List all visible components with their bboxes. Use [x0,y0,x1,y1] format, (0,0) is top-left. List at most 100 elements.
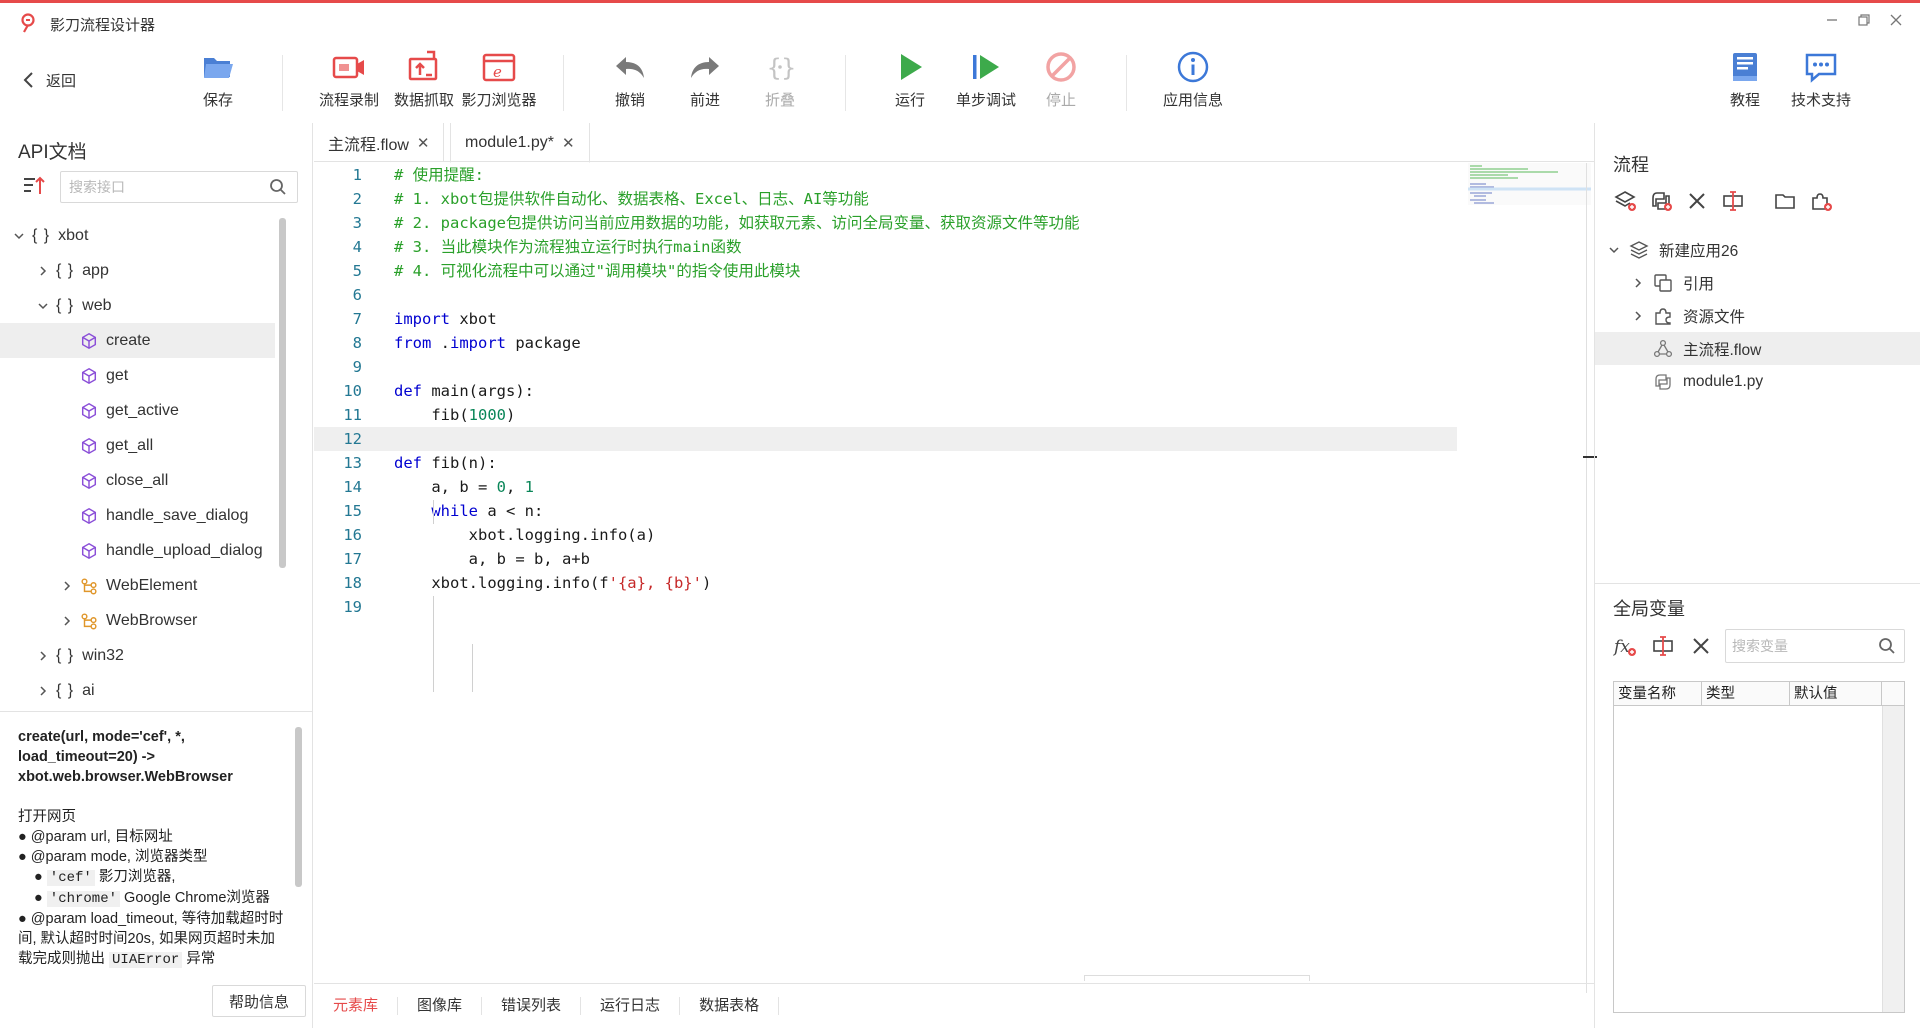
api-tree-item[interactable]: { } app [0,253,275,288]
tab-module1[interactable]: module1.py* ✕ [450,123,590,163]
record-flow-button[interactable]: 流程录制 [311,49,387,115]
close-tab-icon[interactable]: ✕ [417,134,430,152]
code-line[interactable]: 10 def main(args): [314,379,1464,403]
folder-icon[interactable] [1773,189,1797,213]
bottom-tab[interactable]: 错误列表 [482,997,582,1015]
chevron-right-icon[interactable] [60,614,74,628]
bottom-tab[interactable]: 图像库 [398,997,483,1015]
api-tree-item[interactable]: { } web [0,288,275,323]
api-tree-item[interactable]: close_all [0,463,275,498]
code-line[interactable]: 16 xbot.logging.info(a) [314,523,1464,547]
code-line[interactable]: 11 fib(1000) [314,403,1464,427]
restore-button[interactable] [1850,11,1878,35]
api-tree-item[interactable]: handle_upload_dialog [0,533,275,568]
column-header-default[interactable]: 默认值 [1790,682,1882,705]
chevron-right-icon[interactable] [1631,309,1645,323]
code-line[interactable]: 17 a, b = b, a+b [314,547,1464,571]
sort-icon[interactable] [22,175,46,197]
tab-main-flow[interactable]: 主流程.flow ✕ [314,123,445,162]
api-tree-scrollbar[interactable] [279,218,286,568]
api-tree-item[interactable]: WebBrowser [0,603,275,638]
step-debug-button[interactable]: 单步调试 [948,49,1024,115]
undo-button[interactable]: 撤销 [592,49,668,115]
minimize-button[interactable] [1818,11,1846,35]
flow-tree-item[interactable]: module1.py [1595,365,1920,398]
code-line[interactable]: 2 # 1. xbot包提供软件自动化、数据表格、Excel、日志、AI等功能 [314,187,1464,211]
code-line[interactable]: 5 # 4. 可视化流程中可以通过"调用模块"的指令使用此模块 [314,259,1464,283]
delete-variable-icon[interactable] [1689,634,1713,658]
api-tree-item[interactable]: { } xbot [0,218,275,253]
search-icon[interactable] [1878,637,1896,655]
code-minimap[interactable] [1468,163,1591,205]
run-button[interactable]: 运行 [872,49,948,115]
data-scrape-button[interactable]: 数据抓取 [386,49,462,115]
editor-area: 主流程.flow ✕ module1.py* ✕ 1 # 使用提醒: 2 # 1. x… [314,123,1597,1028]
rename-variable-icon[interactable] [1651,634,1675,658]
chevron-right-icon[interactable] [60,579,74,593]
app-info-button[interactable]: 应用信息 [1155,49,1231,115]
doc-scrollbar[interactable] [295,727,302,887]
stop-button[interactable]: 停止 [1023,49,1099,115]
close-tab-icon[interactable]: ✕ [562,134,575,152]
api-tree-item[interactable]: handle_save_dialog [0,498,275,533]
code-line[interactable]: 4 # 3. 当此模块作为流程独立运行时执行main函数 [314,235,1464,259]
redo-button[interactable]: 前进 [667,49,743,115]
flow-tree-item[interactable]: 引用 [1595,266,1920,299]
chevron-right-icon[interactable] [36,264,50,278]
code-line[interactable]: 12 [314,427,1457,451]
code-line[interactable]: 13 def fib(n): [314,451,1464,475]
code-line[interactable]: 1 # 使用提醒: [314,163,1464,187]
code-line[interactable]: 9 [314,355,1464,379]
api-search-input[interactable] [61,172,261,202]
editor-horizontal-scrollbar[interactable] [1084,975,1310,981]
chevron-right-icon[interactable] [36,684,50,698]
code-line[interactable]: 18 xbot.logging.info(f'{a}, {b}') [314,571,1464,595]
flow-tree-item[interactable]: 主流程.flow [1595,332,1920,365]
tech-support-button[interactable]: 技术支持 [1783,49,1859,115]
code-line[interactable]: 14 a, b = 0, 1 [314,475,1464,499]
back-button[interactable]: 返回 [22,65,76,95]
delete-icon[interactable] [1685,189,1709,213]
api-tree-item[interactable]: get_active [0,393,275,428]
variable-search-input[interactable] [1726,630,1871,662]
fold-button[interactable]: {} 折叠 [742,49,818,115]
search-icon[interactable] [269,178,287,196]
api-tree-item[interactable]: WebElement [0,568,275,603]
bottom-tab[interactable]: 运行日志 [581,997,681,1015]
chevron-right-icon[interactable] [1631,276,1645,290]
code-editor[interactable]: 1 # 使用提醒: 2 # 1. xbot包提供软件自动化、数据表格、Excel、日志… [314,163,1464,763]
code-line[interactable]: 3 # 2. package包提供访问当前应用数据的功能，如获取元素、访问全局变量… [314,211,1464,235]
add-layer-icon[interactable] [1613,189,1637,213]
yingdao-browser-button[interactable]: e 影刀浏览器 [461,49,537,115]
save-button[interactable]: 保存 [180,49,256,115]
code-line[interactable]: 15 while a < n: [314,499,1464,523]
code-line[interactable]: 19 [314,595,1464,619]
add-variable-icon[interactable]: fx [1613,634,1637,658]
api-tree-item[interactable]: get_all [0,428,275,463]
api-tree-item[interactable]: { } ai [0,673,275,708]
chevron-down-icon[interactable] [1607,243,1621,257]
tutorial-button[interactable]: 教程 [1707,49,1783,115]
rename-icon[interactable] [1721,189,1745,213]
add-resource-icon[interactable] [1809,189,1833,213]
chevron-down-icon[interactable] [36,299,50,313]
doc-param-url: ● @param url, 目标网址 [18,829,173,845]
variables-table-scrollbar[interactable] [1882,706,1904,1012]
api-tree-item[interactable]: get [0,358,275,393]
api-tree-item[interactable]: { } win32 [0,638,275,673]
code-line[interactable]: 8 from .import package [314,331,1464,355]
add-python-module-icon[interactable] [1649,189,1673,213]
code-line[interactable]: 7 import xbot [314,307,1464,331]
column-header-name[interactable]: 变量名称 [1614,682,1702,705]
bottom-tab[interactable]: 数据表格 [680,997,780,1015]
chevron-right-icon[interactable] [36,649,50,663]
api-tree-item[interactable]: create [0,323,275,358]
code-line[interactable]: 6 [314,283,1464,307]
help-info-button[interactable]: 帮助信息 [212,985,306,1017]
column-header-type[interactable]: 类型 [1702,682,1790,705]
chevron-down-icon[interactable] [12,229,26,243]
close-window-button[interactable] [1882,11,1910,35]
bottom-tab[interactable]: 元素库 [314,997,399,1015]
flow-tree-item[interactable]: 新建应用26 [1595,233,1920,266]
flow-tree-item[interactable]: 资源文件 [1595,299,1920,332]
